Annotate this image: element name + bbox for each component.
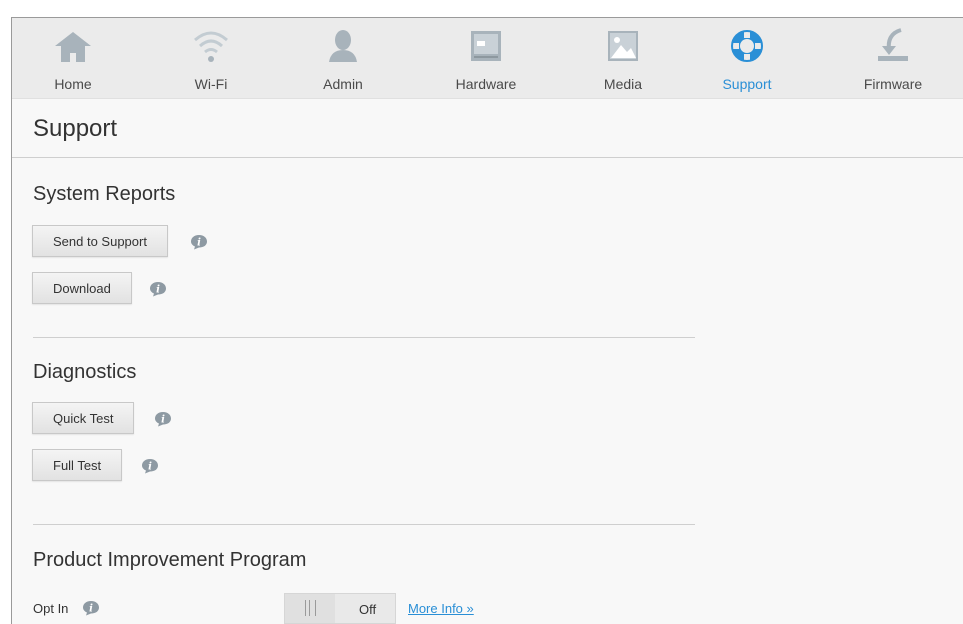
toggle-state: Off: [359, 602, 377, 617]
wifi-icon: [191, 28, 231, 64]
lifebuoy-icon: [727, 28, 767, 64]
svg-text:i: i: [197, 238, 201, 249]
nav-label: Admin: [323, 76, 363, 92]
nav-label: Firmware: [863, 76, 923, 92]
info-icon[interactable]: i: [82, 600, 100, 616]
grip-icon: [305, 600, 316, 616]
hardware-icon: [466, 28, 506, 64]
svg-text:i: i: [156, 285, 160, 296]
nav-item-home[interactable]: Home: [12, 18, 134, 98]
toggle-handle[interactable]: [285, 594, 335, 623]
info-icon[interactable]: i: [154, 411, 172, 427]
section-title-product-improvement: Product Improvement Program: [33, 549, 307, 571]
nav-label: Wi-Fi: [194, 76, 228, 92]
nav-label: Support: [722, 76, 772, 92]
opt-in-label: Opt In: [33, 601, 69, 616]
info-icon[interactable]: i: [190, 234, 208, 250]
divider: [33, 524, 695, 525]
nav-label: Hardware: [455, 76, 517, 92]
opt-in-toggle[interactable]: Off: [284, 593, 396, 624]
page-title: Support: [33, 115, 118, 142]
admin-user-icon: [323, 28, 363, 64]
app-frame: Home Wi-Fi Admin Hardware Media Support …: [11, 17, 963, 624]
nav-item-firmware[interactable]: Firmware: [832, 18, 954, 98]
divider: [33, 337, 695, 338]
svg-text:i: i: [148, 462, 152, 473]
svg-text:i: i: [161, 415, 165, 426]
info-icon[interactable]: i: [141, 458, 159, 474]
home-icon: [53, 28, 93, 64]
nav-label: Media: [603, 76, 643, 92]
nav-item-wifi[interactable]: Wi-Fi: [150, 18, 272, 98]
nav-item-hardware[interactable]: Hardware: [422, 18, 550, 98]
media-image-icon: [603, 28, 643, 64]
nav-item-admin[interactable]: Admin: [282, 18, 404, 98]
nav-item-support[interactable]: Support: [686, 18, 808, 98]
more-info-link[interactable]: More Info »: [408, 601, 474, 616]
send-to-support-button[interactable]: Send to Support: [32, 225, 168, 257]
nav-item-media[interactable]: Media: [562, 18, 684, 98]
divider: [12, 157, 963, 158]
svg-text:i: i: [89, 604, 93, 615]
section-title-diagnostics: Diagnostics: [33, 361, 137, 383]
section-title-system-reports: System Reports: [33, 183, 176, 205]
full-test-button[interactable]: Full Test: [32, 449, 123, 481]
quick-test-button[interactable]: Quick Test: [32, 402, 135, 434]
download-button[interactable]: Download: [32, 272, 132, 304]
firmware-download-icon: [873, 28, 913, 64]
info-icon[interactable]: i: [149, 281, 167, 297]
nav-label: Home: [54, 76, 92, 92]
